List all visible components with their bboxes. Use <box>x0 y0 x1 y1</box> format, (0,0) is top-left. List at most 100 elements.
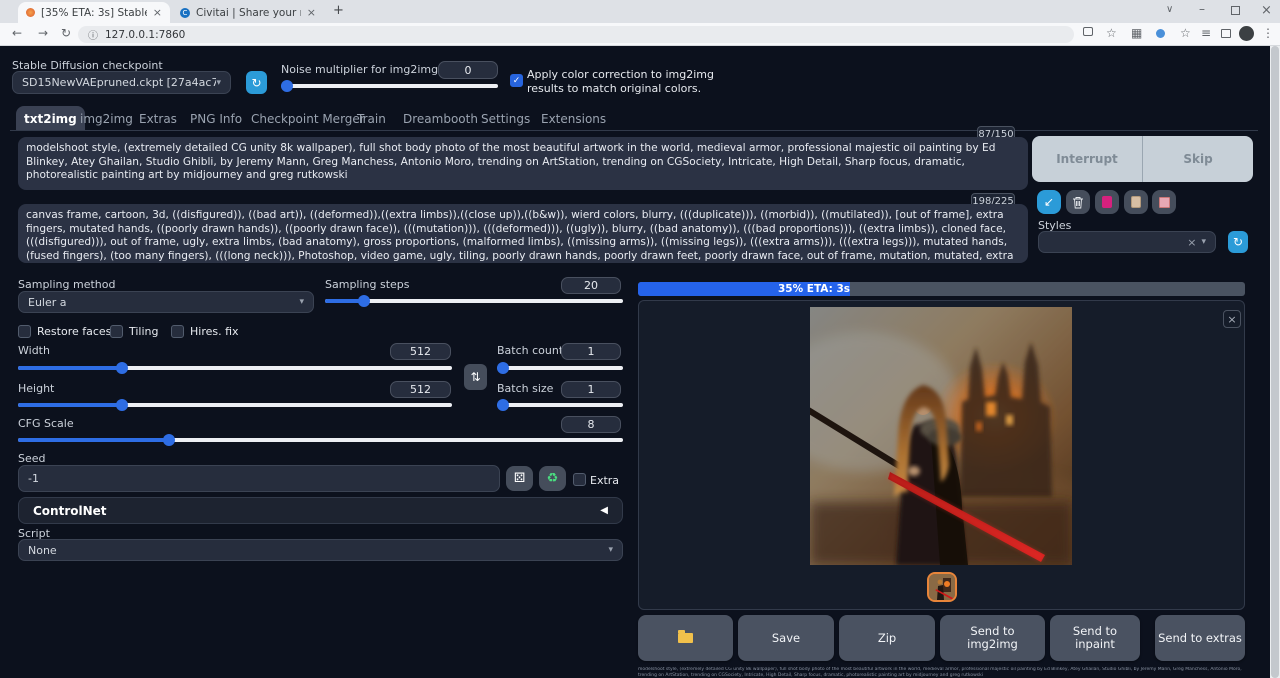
width-label: Width <box>18 344 50 357</box>
recycle-icon: ♻ <box>547 471 559 486</box>
checkpoint-dropdown[interactable]: SD15NewVAEpruned.ckpt [27a4ac756c] ▾ <box>12 71 231 94</box>
scrollbar-track[interactable] <box>1270 46 1280 678</box>
styles-refresh-button[interactable]: ↻ <box>1228 231 1248 253</box>
batch-size-input[interactable]: 1 <box>561 381 621 398</box>
window-minimize-icon[interactable]: – <box>1199 2 1205 16</box>
zip-button[interactable]: Zip <box>839 615 935 661</box>
reading-list-icon[interactable]: ≡ <box>1201 26 1211 40</box>
site-info-icon[interactable]: ⓘ <box>88 27 98 42</box>
close-gallery-icon[interactable]: × <box>1223 310 1241 328</box>
save-style-button[interactable] <box>1152 190 1176 214</box>
thumbnail-art <box>929 574 955 600</box>
window-maximize-icon[interactable] <box>1231 6 1240 15</box>
extension-grid-icon[interactable]: ▦ <box>1131 26 1142 40</box>
tab-settings[interactable]: Settings <box>473 106 538 131</box>
height-label: Height <box>18 382 54 395</box>
address-bar[interactable]: ⓘ 127.0.0.1:7860 <box>78 26 1074 43</box>
forward-icon[interactable]: → <box>38 26 48 40</box>
tab-train[interactable]: Train <box>349 106 394 131</box>
sampling-steps-slider[interactable] <box>325 295 623 307</box>
controlnet-accordion[interactable]: ControlNet ◀ <box>18 497 623 524</box>
prompt-textarea[interactable]: modelshoot style, (extremely detailed CG… <box>18 137 1028 190</box>
seed-value: -1 <box>28 472 39 485</box>
cfg-scale-input[interactable]: 8 <box>561 416 621 433</box>
back-icon[interactable]: ← <box>12 26 22 40</box>
scrollbar-thumb[interactable] <box>1271 46 1279 678</box>
tab-close-icon[interactable]: × <box>153 6 162 19</box>
tab-label: PNG Info <box>190 112 242 126</box>
noise-multiplier-input[interactable]: 0 <box>438 61 498 79</box>
screen: [35% ETA: 3s] Stable Diffusion × C Civit… <box>0 0 1280 678</box>
share-icon[interactable] <box>1083 27 1093 36</box>
height-input[interactable]: 512 <box>390 381 451 398</box>
restore-faces-checkbox[interactable] <box>18 325 31 338</box>
browser-tab-stable-diffusion[interactable]: [35% ETA: 3s] Stable Diffusion × <box>18 2 170 23</box>
controlnet-label: ControlNet <box>33 504 107 518</box>
sampling-steps-input[interactable]: 20 <box>561 277 621 294</box>
negative-prompt-textarea[interactable]: canvas frame, cartoon, 3d, ((disfigured)… <box>18 204 1028 263</box>
batch-size-slider[interactable] <box>497 399 623 411</box>
tab-extensions[interactable]: Extensions <box>533 106 614 131</box>
menu-kebab-icon[interactable]: ⋮ <box>1262 26 1274 40</box>
clear-styles-icon[interactable]: × <box>1187 236 1196 249</box>
save-button[interactable]: Save <box>738 615 834 661</box>
cfg-scale-slider[interactable] <box>18 434 623 446</box>
send-to-img2img-button[interactable]: Send to img2img <box>940 615 1045 661</box>
sampling-method-label: Sampling method <box>18 278 115 291</box>
generation-info-text: modelshoot style, (extremely detailed CG… <box>638 667 1245 678</box>
batch-count-slider[interactable] <box>497 362 623 374</box>
noise-multiplier-label: Noise multiplier for img2img <box>281 63 438 76</box>
extra-seed-checkbox[interactable] <box>573 473 586 486</box>
url-text: 127.0.0.1:7860 <box>105 29 185 41</box>
tab-search-chevron-icon[interactable]: ∨ <box>1166 4 1173 15</box>
interrupt-button[interactable]: Interrupt <box>1032 136 1143 182</box>
check-icon: ✓ <box>513 76 521 86</box>
seed-input[interactable]: -1 <box>18 465 500 492</box>
generated-image-art <box>810 307 1072 565</box>
sampling-steps-label: Sampling steps <box>325 278 410 291</box>
side-panel-icon[interactable] <box>1221 29 1231 38</box>
tab-png-info[interactable]: PNG Info <box>182 106 250 131</box>
apply-style-button[interactable] <box>1124 190 1148 214</box>
noise-multiplier-slider[interactable] <box>281 80 498 92</box>
script-dropdown[interactable]: None ▾ <box>18 539 623 561</box>
chevron-down-icon: ▾ <box>608 545 613 555</box>
batch-count-input[interactable]: 1 <box>561 343 621 360</box>
window-close-icon[interactable]: × <box>1261 3 1272 18</box>
reload-icon[interactable]: ↻ <box>61 26 71 40</box>
swap-dimensions-button[interactable]: ⇅ <box>464 364 487 390</box>
new-tab-icon[interactable]: + <box>333 3 344 18</box>
send-to-extras-button[interactable]: Send to extras <box>1155 615 1245 661</box>
tab-label: Train <box>357 112 386 126</box>
extensions-puzzle-icon[interactable]: ☆ <box>1180 26 1191 40</box>
send-to-inpaint-button[interactable]: Send to inpaint <box>1050 615 1140 661</box>
reuse-seed-button[interactable]: ♻ <box>539 466 566 491</box>
tiling-checkbox[interactable] <box>110 325 123 338</box>
paste-generation-params-button[interactable]: ↙ <box>1037 190 1061 214</box>
extra-networks-button[interactable] <box>1095 190 1119 214</box>
browser-tab-civitai[interactable]: C Civitai | Share your models × <box>172 2 324 23</box>
generated-image[interactable] <box>810 307 1072 565</box>
open-folder-button[interactable] <box>638 615 733 661</box>
clear-prompt-button[interactable] <box>1066 190 1090 214</box>
skip-button[interactable]: Skip <box>1143 136 1253 182</box>
hires-fix-label: Hires. fix <box>190 325 239 338</box>
checkpoint-value: SD15NewVAEpruned.ckpt [27a4ac756c] <box>22 76 216 89</box>
tab-close-icon[interactable]: × <box>307 6 316 19</box>
random-seed-button[interactable]: ⚄ <box>506 466 533 491</box>
styles-dropdown[interactable]: × ▾ <box>1038 231 1216 253</box>
height-slider[interactable] <box>18 399 452 411</box>
chevron-down-icon: ▾ <box>1201 237 1206 247</box>
tab-extras[interactable]: Extras <box>131 106 185 131</box>
color-correction-checkbox[interactable]: ✓ <box>510 74 523 87</box>
extension-dot-icon[interactable] <box>1156 29 1165 38</box>
profile-avatar[interactable] <box>1239 26 1254 41</box>
bookmark-star-icon[interactable]: ☆ <box>1106 26 1117 40</box>
gallery-thumbnail[interactable] <box>927 572 957 602</box>
checkpoint-refresh-button[interactable]: ↻ <box>246 71 267 94</box>
width-input[interactable]: 512 <box>390 343 451 360</box>
tab-title: Civitai | Share your models <box>196 7 301 19</box>
width-slider[interactable] <box>18 362 452 374</box>
sampling-method-dropdown[interactable]: Euler a ▾ <box>18 291 314 313</box>
hires-fix-checkbox[interactable] <box>171 325 184 338</box>
